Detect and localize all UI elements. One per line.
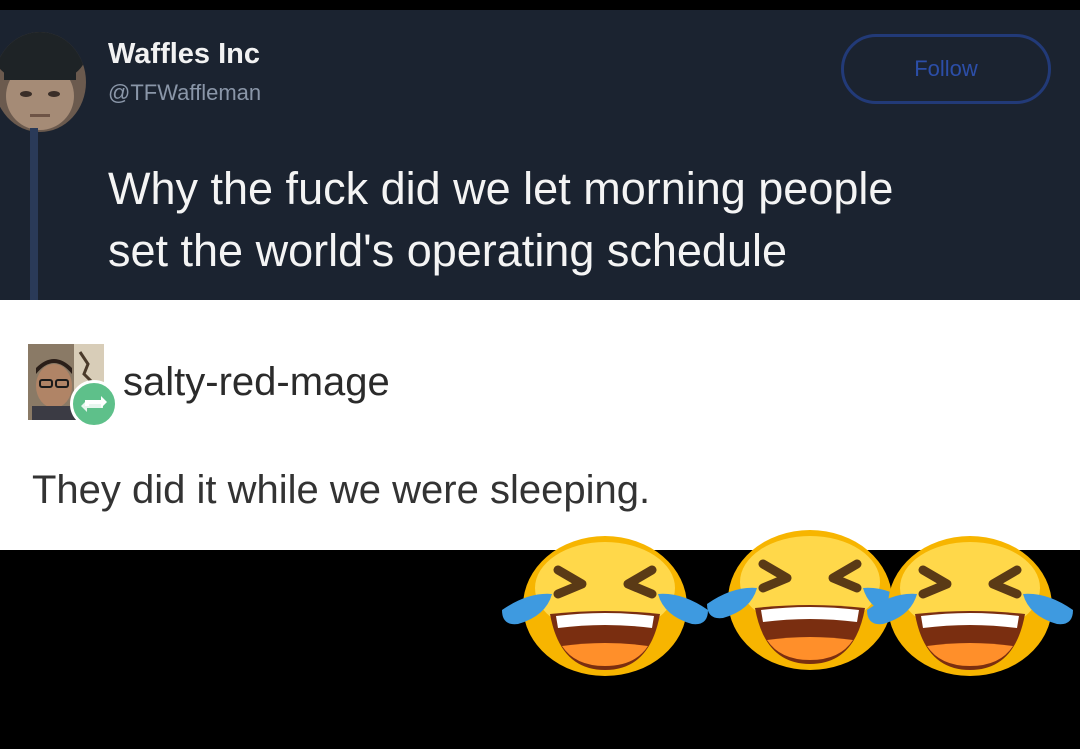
thread-line: [30, 128, 38, 300]
person-avatar-icon: [0, 32, 86, 132]
display-name[interactable]: Waffles Inc: [108, 38, 260, 71]
tweet-card: Waffles Inc @TFWaffleman Follow Why the …: [0, 10, 1080, 300]
face-with-tears-of-joy-icon: [867, 536, 1073, 676]
tweet-text-line-1: Why the fuck did we let morning people: [108, 163, 894, 214]
tweet-text-line-2: set the world's operating schedule: [108, 225, 787, 276]
tweet-avatar[interactable]: [0, 32, 86, 132]
reblog-username[interactable]: salty-red-mage: [123, 360, 390, 405]
top-strip: [0, 0, 1080, 10]
reblog-card: salty-red-mage They did it while we were…: [0, 300, 1080, 550]
reply-text: They did it while we were sleeping.: [32, 468, 651, 512]
tweet-text: Why the fuck did we let morning people s…: [108, 158, 1080, 282]
user-handle[interactable]: @TFWaffleman: [108, 80, 261, 106]
face-with-tears-of-joy-icon: [502, 536, 708, 676]
reblog-icon: [70, 380, 118, 428]
follow-button[interactable]: Follow: [841, 34, 1051, 104]
